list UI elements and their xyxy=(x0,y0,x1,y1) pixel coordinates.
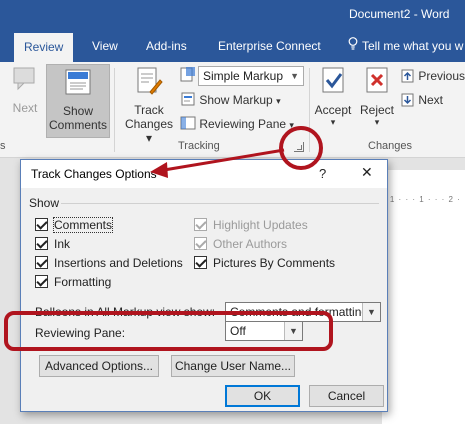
callout-arrow-icon xyxy=(150,148,285,178)
